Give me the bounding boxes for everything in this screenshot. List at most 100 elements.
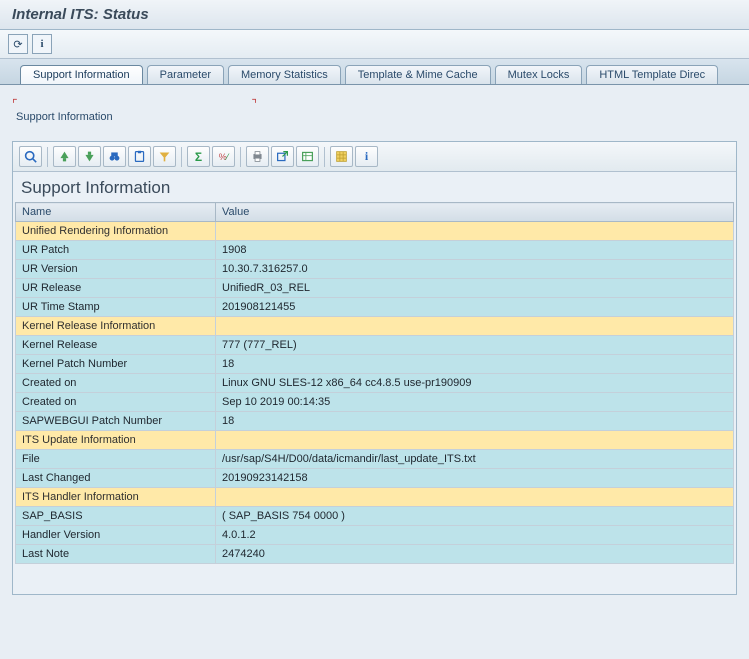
cell-name: UR Release (16, 279, 216, 298)
export-button[interactable] (271, 146, 294, 167)
subtotal-icon: %⁄ (219, 152, 229, 162)
table-row[interactable]: ITS Update Information (16, 431, 734, 450)
tab-html-template-dir[interactable]: HTML Template Direc (586, 65, 718, 84)
toolbar-separator (324, 147, 325, 167)
table-row[interactable]: Kernel Patch Number18 (16, 355, 734, 374)
titlebar: Internal ITS: Status (0, 0, 749, 30)
table-row[interactable]: Last Changed20190923142158 (16, 469, 734, 488)
cell-name: Handler Version (16, 526, 216, 545)
spreadsheet-icon (301, 150, 314, 163)
table-row[interactable]: UR Time Stamp201908121455 (16, 298, 734, 317)
grid-button[interactable] (330, 146, 353, 167)
cell-name: Last Note (16, 545, 216, 564)
cell-name: Kernel Release Information (16, 317, 216, 336)
col-name[interactable]: Name (16, 203, 216, 222)
find-button[interactable] (103, 146, 126, 167)
cell-value: 18 (216, 355, 734, 374)
table-row[interactable]: Kernel Release Information (16, 317, 734, 336)
table-row[interactable]: UR ReleaseUnifiedR_03_REL (16, 279, 734, 298)
col-value[interactable]: Value (216, 203, 734, 222)
paste-button[interactable] (128, 146, 151, 167)
toolbar-separator (47, 147, 48, 167)
refresh-button[interactable]: ⟳ (8, 34, 28, 54)
tab-template-mime-cache[interactable]: Template & Mime Cache (345, 65, 491, 84)
cell-value: 777 (777_REL) (216, 336, 734, 355)
cell-name: ITS Handler Information (16, 488, 216, 507)
sigma-icon: Σ (195, 150, 202, 164)
table-row[interactable]: Created onLinux GNU SLES-12 x86_64 cc4.8… (16, 374, 734, 393)
print-icon (251, 150, 264, 163)
layout-button[interactable] (246, 146, 269, 167)
toolbar-separator (240, 147, 241, 167)
tab-mutex-locks[interactable]: Mutex Locks (495, 65, 583, 84)
filter-icon (158, 150, 171, 163)
filter-button[interactable] (153, 146, 176, 167)
sort-desc-icon (83, 150, 96, 163)
cell-name: Kernel Release (16, 336, 216, 355)
clipboard-icon (133, 150, 146, 163)
binoculars-icon (108, 150, 121, 163)
table-row[interactable]: SAP_BASIS( SAP_BASIS 754 0000 ) (16, 507, 734, 526)
sort-button[interactable] (78, 146, 101, 167)
cell-value: 1908 (216, 241, 734, 260)
table-row[interactable]: File/usr/sap/S4H/D00/data/icmandir/last_… (16, 450, 734, 469)
cell-value: 10.30.7.316257.0 (216, 260, 734, 279)
table-row[interactable]: Last Note2474240 (16, 545, 734, 564)
top-toolbar: ⟳ i (0, 30, 749, 59)
table-row[interactable]: Kernel Release777 (777_REL) (16, 336, 734, 355)
tab-memory-statistics[interactable]: Memory Statistics (228, 65, 341, 84)
cell-value: 4.0.1.2 (216, 526, 734, 545)
cell-name: UR Patch (16, 241, 216, 260)
cell-name: UR Time Stamp (16, 298, 216, 317)
details-button[interactable] (19, 146, 42, 167)
cell-name: SAPWEBGUI Patch Number (16, 412, 216, 431)
tab-support-information[interactable]: Support Information (20, 65, 143, 84)
cell-name: UR Version (16, 260, 216, 279)
cell-value (216, 222, 734, 241)
info-icon: i (40, 38, 43, 50)
table-row[interactable]: Created onSep 10 2019 00:14:35 (16, 393, 734, 412)
cell-value: Linux GNU SLES-12 x86_64 cc4.8.5 use-pr1… (216, 374, 734, 393)
info-button[interactable]: i (355, 146, 378, 167)
cell-name: Last Changed (16, 469, 216, 488)
cell-value (216, 431, 734, 450)
table-row[interactable]: SAPWEBGUI Patch Number18 (16, 412, 734, 431)
cell-name: Unified Rendering Information (16, 222, 216, 241)
section-label: Support Information (12, 107, 737, 137)
cell-value: Sep 10 2019 00:14:35 (216, 393, 734, 412)
table-row[interactable]: Handler Version4.0.1.2 (16, 526, 734, 545)
tab-bar: Support Information Parameter Memory Sta… (0, 59, 749, 85)
table-row[interactable]: Unified Rendering Information (16, 222, 734, 241)
cell-value (216, 488, 734, 507)
cell-name: Created on (16, 393, 216, 412)
info-icon: i (365, 149, 368, 164)
alv-toolbar: Σ %⁄ i (13, 142, 736, 172)
frame-corner-icon: ⌜ (12, 97, 18, 111)
page-title: Internal ITS: Status (12, 6, 737, 23)
refresh-icon: ⟳ (13, 38, 22, 51)
sum-button[interactable]: Σ (187, 146, 210, 167)
table-row[interactable]: ITS Handler Information (16, 488, 734, 507)
cell-name: SAP_BASIS (16, 507, 216, 526)
cell-value: /usr/sap/S4H/D00/data/icmandir/last_upda… (216, 450, 734, 469)
section-frame: ⌜ ⌝ Support Information Σ %⁄ (12, 97, 737, 595)
details-icon (24, 150, 37, 163)
grid-icon (335, 150, 348, 163)
email-button[interactable] (296, 146, 319, 167)
cell-value: 201908121455 (216, 298, 734, 317)
info-button[interactable]: i (32, 34, 52, 54)
panel-title: Support Information (13, 172, 736, 202)
cell-name: Created on (16, 374, 216, 393)
cell-name: Kernel Patch Number (16, 355, 216, 374)
frame-corner-icon: ⌝ (251, 97, 257, 111)
cell-value (216, 317, 734, 336)
export-icon (276, 150, 289, 163)
cell-value: 18 (216, 412, 734, 431)
tab-parameter[interactable]: Parameter (147, 65, 224, 84)
print-button[interactable] (53, 146, 76, 167)
table-row[interactable]: UR Patch1908 (16, 241, 734, 260)
table-row[interactable]: UR Version10.30.7.316257.0 (16, 260, 734, 279)
subtotal-button[interactable]: %⁄ (212, 146, 235, 167)
toolbar-separator (181, 147, 182, 167)
cell-name: ITS Update Information (16, 431, 216, 450)
